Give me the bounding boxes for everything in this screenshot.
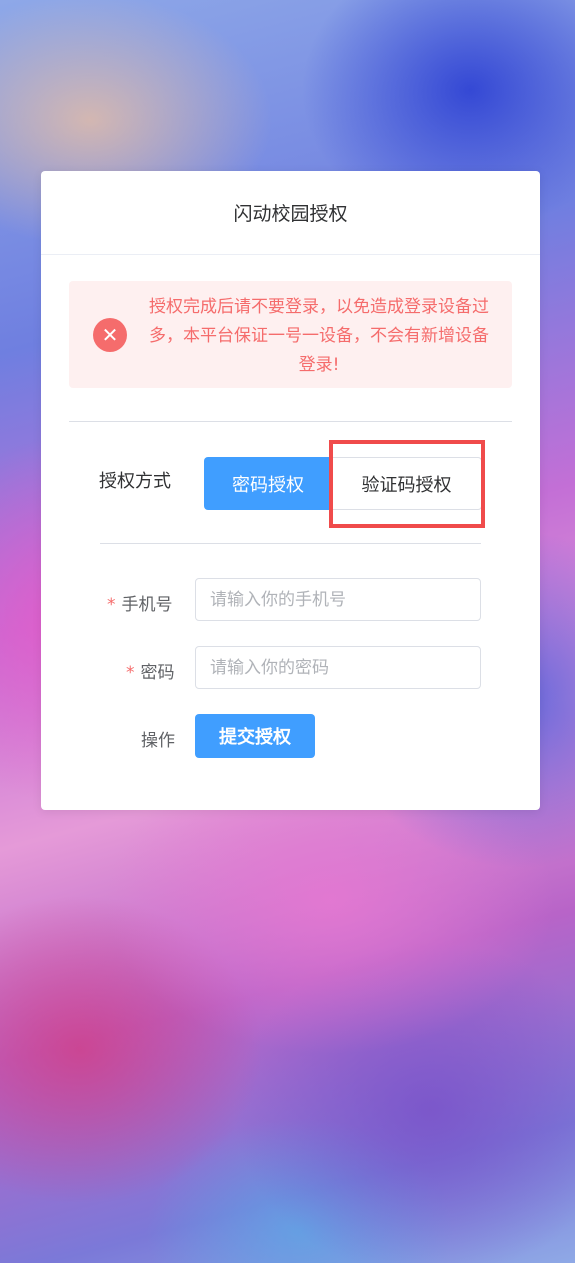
required-mark: *	[107, 595, 116, 615]
auth-method-label: 授权方式	[99, 471, 171, 492]
tab-password-auth[interactable]: 密码授权	[204, 457, 332, 510]
phone-input[interactable]	[195, 578, 481, 621]
divider	[69, 421, 512, 422]
submit-auth-button[interactable]: 提交授权	[195, 714, 315, 758]
action-label: 操作	[141, 731, 175, 751]
required-mark: *	[126, 663, 135, 683]
password-label-text: 密码	[140, 663, 175, 683]
password-input[interactable]	[195, 646, 481, 689]
auth-card: 闪动校园授权 ✕ 授权完成后请不要登录，以免造成登录设备过多，本平台保证一号一设…	[41, 171, 540, 810]
error-alert: ✕ 授权完成后请不要登录，以免造成登录设备过多，本平台保证一号一设备，不会有新增…	[69, 281, 512, 388]
phone-label-text: 手机号	[121, 595, 173, 615]
highlight-box	[329, 440, 485, 528]
phone-label: * 手机号	[107, 590, 173, 615]
divider	[100, 543, 481, 544]
close-circle-icon: ✕	[93, 318, 127, 352]
password-label: * 密码	[126, 658, 175, 683]
card-title: 闪动校园授权	[41, 171, 540, 255]
alert-message: 授权完成后请不要登录，以免造成登录设备过多，本平台保证一号一设备，不会有新增设备…	[149, 297, 489, 375]
